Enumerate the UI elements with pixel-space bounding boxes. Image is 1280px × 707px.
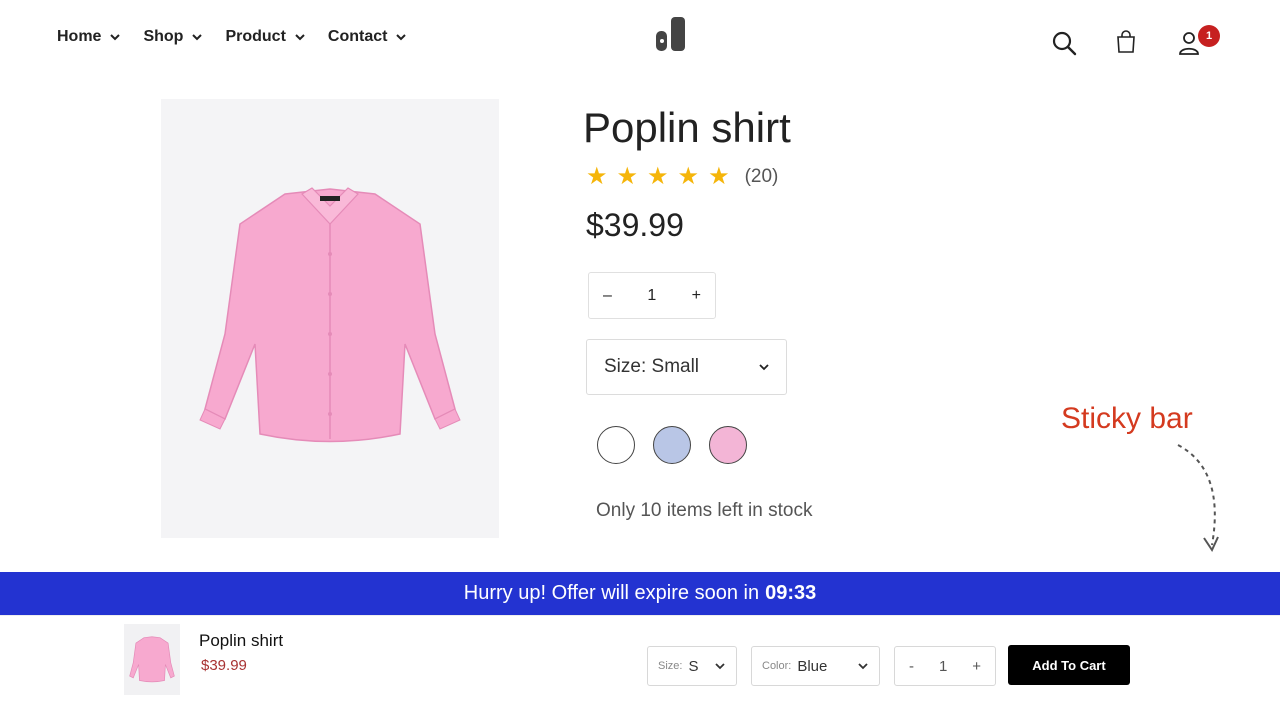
swatch-pink[interactable] (709, 426, 747, 464)
review-count[interactable]: (20) (745, 166, 779, 188)
chevron-down-icon (715, 663, 725, 670)
stock-notice: Only 10 items left in stock (596, 500, 813, 521)
curved-arrow-icon (1177, 444, 1219, 553)
rating-stars[interactable]: ★ ★ ★ ★ ★ (20) (586, 165, 778, 189)
product-price: $39.99 (586, 207, 684, 243)
sticky-size-label: Size: (658, 660, 683, 672)
nav-product-label: Product (225, 28, 286, 45)
star-icon: ★ (647, 163, 669, 190)
pink-shirt-image (199, 186, 461, 442)
quantity-stepper: – 1 + (588, 272, 716, 319)
sticky-size-select[interactable]: Size: S (647, 646, 737, 686)
star-icon: ★ (708, 163, 730, 190)
nav-shop[interactable]: Shop (143, 28, 203, 46)
nav-home[interactable]: Home (57, 28, 121, 46)
offer-countdown-bar: Hurry up! Offer will expire soon in 09:3… (0, 572, 1280, 615)
countdown-timer: 09:33 (765, 582, 817, 604)
star-icon: ★ (677, 163, 700, 190)
offer-text: Hurry up! Offer will expire soon in (463, 582, 760, 604)
sticky-color-select[interactable]: Color: Blue (751, 646, 880, 686)
chevron-down-icon (295, 34, 305, 41)
nav-product[interactable]: Product (225, 28, 305, 46)
sticky-quantity-stepper: - 1 + (894, 646, 996, 686)
size-select[interactable]: Size: Small (586, 339, 787, 395)
sticky-product-thumbnail[interactable] (124, 624, 180, 695)
swatch-blue[interactable] (653, 426, 691, 464)
color-swatches (597, 426, 765, 464)
sticky-product-name: Poplin shirt (199, 631, 284, 650)
sticky-color-value: Blue (797, 657, 828, 675)
chevron-down-icon (396, 34, 407, 41)
annotation-label: Sticky bar (1061, 402, 1193, 435)
qty-input[interactable]: 1 (647, 287, 656, 305)
chevron-down-icon (110, 34, 121, 41)
cart-bag-icon[interactable] (1115, 30, 1137, 54)
brand-logo[interactable] (656, 17, 686, 53)
product-image[interactable] (161, 99, 499, 538)
pink-shirt-thumbnail (129, 635, 175, 682)
sticky-qty-decrease-button[interactable]: - (909, 658, 914, 675)
sticky-size-value: S (688, 657, 699, 675)
chevron-down-icon (192, 34, 203, 41)
main-nav: Home Shop Product Contact (57, 28, 429, 46)
star-icon: ★ (586, 163, 608, 190)
qty-decrease-button[interactable]: – (603, 287, 612, 305)
nav-shop-label: Shop (143, 28, 184, 45)
size-select-value: Size: Small (604, 356, 700, 377)
nav-home-label: Home (57, 28, 102, 45)
nav-contact-label: Contact (327, 28, 388, 45)
star-icon: ★ (616, 163, 639, 190)
cart-count-badge: 1 (1198, 25, 1220, 47)
add-to-cart-button[interactable]: Add To Cart (1008, 645, 1130, 685)
sticky-product-price: $39.99 (201, 657, 247, 674)
product-title: Poplin shirt (583, 104, 791, 151)
sticky-qty-input[interactable]: 1 (939, 658, 947, 675)
swatch-white[interactable] (597, 426, 635, 464)
chevron-down-icon (759, 364, 769, 371)
chevron-down-icon (858, 663, 868, 670)
sticky-qty-increase-button[interactable]: + (972, 658, 981, 675)
sticky-add-to-cart-bar: Poplin shirt $39.99 Size: S Color: Blue … (0, 615, 1280, 707)
qty-increase-button[interactable]: + (692, 287, 701, 305)
nav-contact[interactable]: Contact (328, 28, 408, 46)
sticky-color-label: Color: (762, 660, 792, 672)
search-icon[interactable] (1052, 31, 1078, 57)
